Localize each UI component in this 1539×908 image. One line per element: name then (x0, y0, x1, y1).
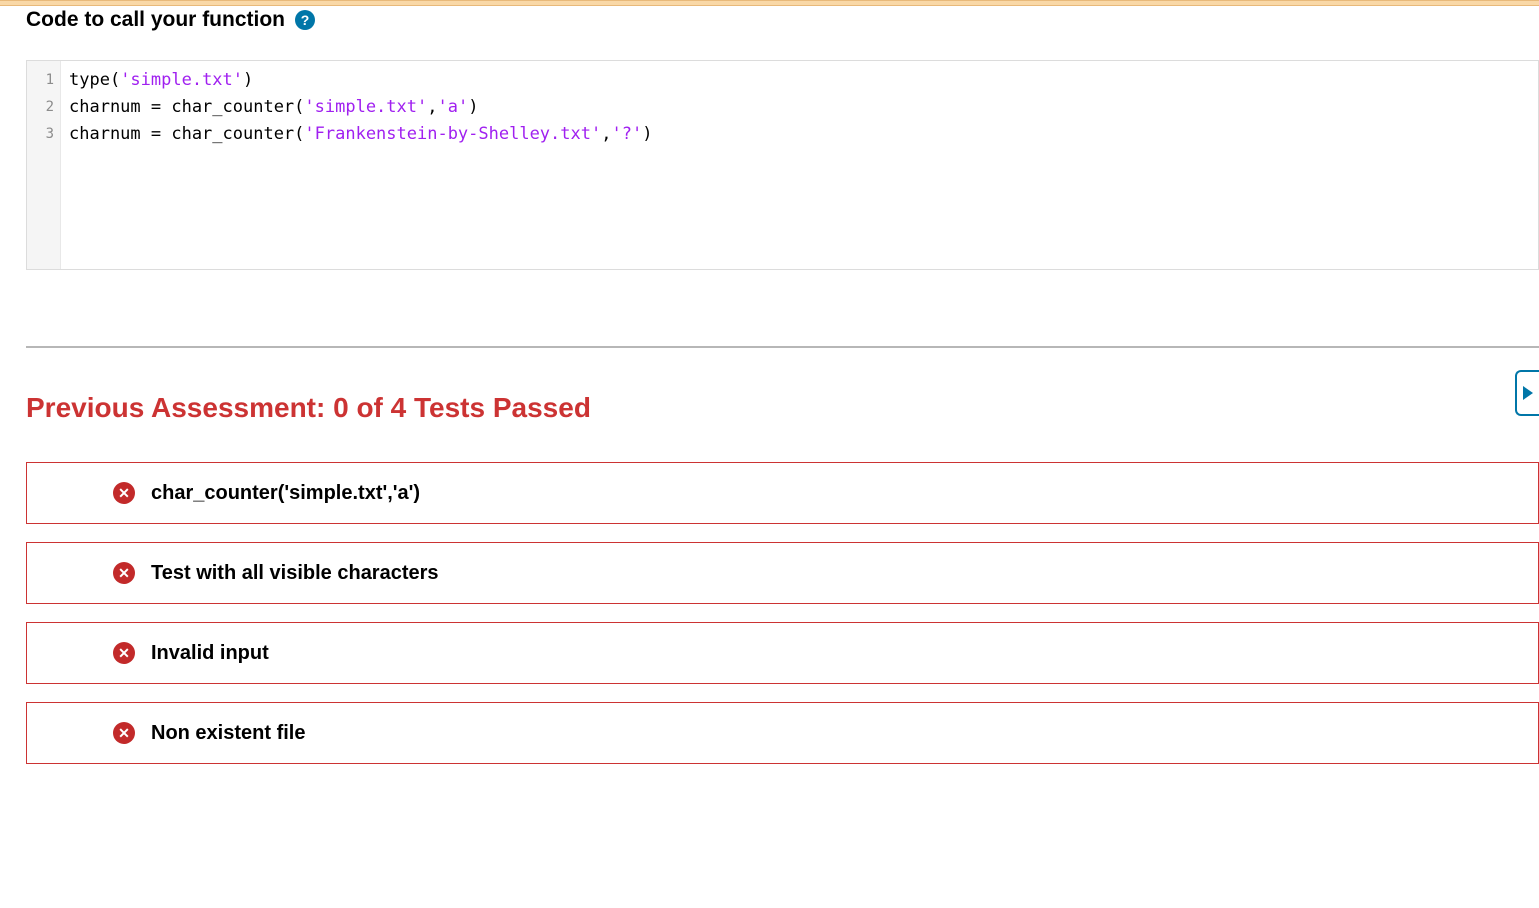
code-token: , (427, 97, 437, 117)
code-gutter: 123 (27, 61, 61, 269)
fail-icon: ✕ (113, 642, 135, 664)
code-token: ) (642, 124, 652, 144)
code-line: type('simple.txt') (69, 67, 1530, 94)
assessment-title: Previous Assessment: 0 of 4 Tests Passed (26, 392, 1539, 424)
test-label: Non existent file (151, 722, 305, 745)
test-label: Invalid input (151, 642, 269, 665)
code-token: 'Frankenstein-by-Shelley.txt' (304, 124, 601, 144)
help-icon[interactable]: ? (295, 10, 315, 30)
code-line: charnum = char_counter('Frankenstein-by-… (69, 121, 1530, 148)
line-number: 1 (27, 67, 54, 94)
section-divider (26, 346, 1539, 348)
section-title-row: Code to call your function ? (26, 8, 1539, 32)
fail-icon: ✕ (113, 482, 135, 504)
code-editor[interactable]: 123 type('simple.txt')charnum = char_cou… (26, 60, 1539, 270)
code-token: 'simple.txt' (120, 70, 243, 90)
code-token: , (601, 124, 611, 144)
code-token: charnum = char_counter( (69, 97, 304, 117)
code-token: 'a' (437, 97, 468, 117)
code-token: 'simple.txt' (304, 97, 427, 117)
fail-icon: ✕ (113, 562, 135, 584)
fail-icon: ✕ (113, 722, 135, 744)
code-token: type( (69, 70, 120, 90)
code-line: charnum = char_counter('simple.txt','a') (69, 94, 1530, 121)
test-list: ✕ char_counter('simple.txt','a') ✕ Test wit… (26, 462, 1539, 764)
run-button[interactable] (1515, 370, 1539, 416)
code-area[interactable]: type('simple.txt')charnum = char_counter… (61, 61, 1538, 269)
top-banner (0, 0, 1539, 6)
test-label: char_counter('simple.txt','a') (151, 482, 420, 505)
test-row[interactable]: ✕ char_counter('simple.txt','a') (26, 462, 1539, 524)
section-title: Code to call your function (26, 8, 285, 32)
test-label: Test with all visible characters (151, 562, 439, 585)
test-row[interactable]: ✕ Non existent file (26, 702, 1539, 764)
line-number: 3 (27, 121, 54, 148)
code-token: ) (243, 70, 253, 90)
play-icon (1523, 386, 1533, 400)
code-token: '?' (611, 124, 642, 144)
main-content: Code to call your function ? 123 type('s… (0, 8, 1539, 764)
test-row[interactable]: ✕ Invalid input (26, 622, 1539, 684)
line-number: 2 (27, 94, 54, 121)
code-token: ) (468, 97, 478, 117)
code-token: charnum = char_counter( (69, 124, 304, 144)
test-row[interactable]: ✕ Test with all visible characters (26, 542, 1539, 604)
